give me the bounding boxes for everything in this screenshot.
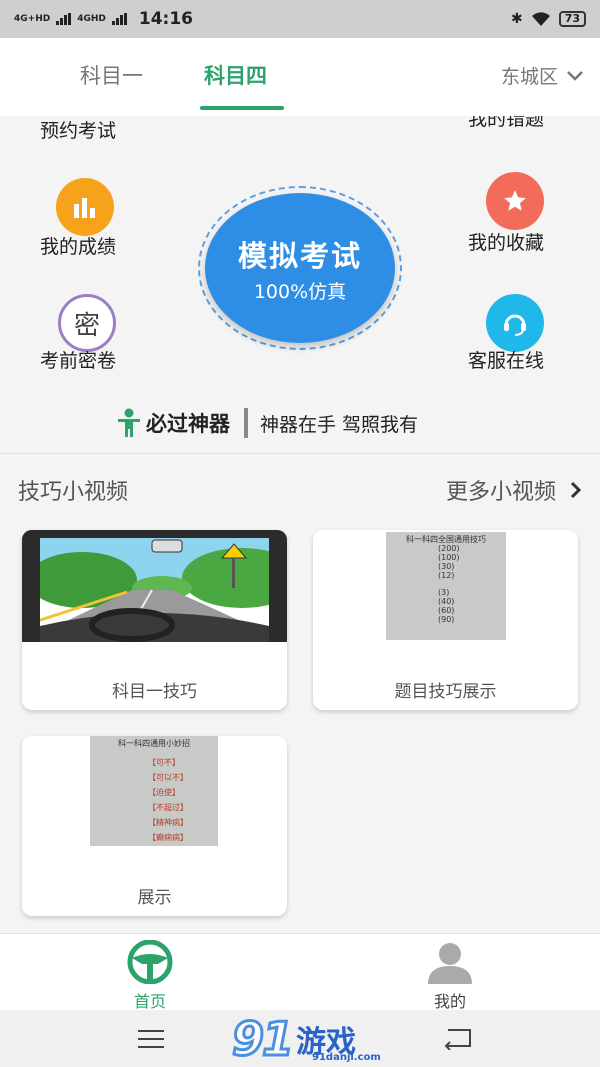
battery-icon: 73: [558, 11, 586, 27]
watermark-site: 91danji.com: [312, 1052, 381, 1063]
tips-line: (200): [438, 544, 460, 553]
nav-home-label: 首页: [133, 992, 166, 1011]
district-label: 东城区: [500, 66, 558, 88]
nav-me-label: 我的: [433, 992, 466, 1011]
mock-exam-title: 模拟考试: [237, 238, 362, 273]
tab-subject-four[interactable]: 科目四: [204, 60, 267, 90]
video-card-1[interactable]: 科目一技巧: [22, 530, 287, 710]
more-videos-link[interactable]: 更多小视频: [446, 474, 582, 506]
signal-icon: [56, 13, 72, 25]
tagline: 必过神器 神器在手 驾照我有: [116, 406, 418, 440]
district-selector[interactable]: 东城区: [501, 62, 584, 89]
mock-exam-button[interactable]: 模拟考试 100%仿真: [205, 193, 395, 343]
video-card-3-label: 展示: [137, 888, 172, 908]
star-icon[interactable]: [486, 172, 544, 230]
video-card-2[interactable]: 科一科四全国通用技巧 (200) (100) (30) (12) (3) (40…: [313, 530, 578, 710]
nav-me[interactable]: 我的: [410, 940, 490, 1012]
bottom-nav: 首页 我的: [0, 933, 600, 1012]
tab-subject-one[interactable]: 科目一: [80, 60, 143, 90]
clock: 14:16: [138, 9, 193, 29]
chevron-down-icon: [567, 70, 583, 81]
tips-line: (90): [438, 615, 455, 624]
tips-sheet-heading: 科一科四全国通用技巧: [406, 535, 486, 544]
user-icon: [428, 943, 472, 984]
secret-paper-label[interactable]: 考前密卷: [40, 346, 116, 373]
menu-icon[interactable]: [136, 1028, 166, 1050]
tricks-line: 【迫使】: [148, 788, 180, 797]
tips-line: (3): [438, 588, 450, 597]
mock-exam-subtitle: 100%仿真: [253, 280, 347, 303]
more-videos-label: 更多小视频: [445, 480, 556, 505]
tips-line: (40): [438, 597, 455, 606]
nav-home[interactable]: 首页: [110, 939, 190, 1012]
secret-char: 密: [73, 310, 100, 341]
wrong-questions-link[interactable]: 我的错题: [468, 116, 544, 131]
video-card-3[interactable]: 科一科四通用小妙招 【可不】 【可以不】 【迫使】 【不超过】 【精神病】 【癫…: [22, 736, 287, 916]
feature-panel: 预约考试 我的错题 我的成绩 我的收藏 密 考前密卷 客服在线 模拟考试 100…: [0, 116, 600, 454]
bluetooth-icon: ✱: [510, 11, 523, 27]
tricks-line: 【癫痫病】: [148, 833, 188, 842]
network-indicator: 4G+HD: [14, 13, 51, 24]
tagline-slogan: 神器在手 驾照我有: [260, 413, 419, 436]
tricks-line: 【可不】: [148, 758, 180, 767]
chevron-right-icon: [570, 481, 582, 499]
my-favorites-label[interactable]: 我的收藏: [468, 228, 544, 255]
scores-icon[interactable]: [56, 178, 114, 236]
wifi-icon: [531, 12, 550, 26]
secret-paper-icon[interactable]: 密: [58, 294, 116, 352]
video-card-2-label: 题目技巧展示: [394, 682, 497, 702]
tips-sheet-photo: 科一科四全国通用技巧 (200) (100) (30) (12) (3) (40…: [386, 532, 506, 640]
network-type-2: 4GHD: [77, 13, 106, 24]
active-tab-indicator: [200, 106, 284, 110]
subject-tab-bar: 科目一 科目四 东城区: [0, 38, 600, 116]
my-scores-label[interactable]: 我的成绩: [40, 232, 116, 259]
headset-icon[interactable]: [486, 294, 544, 352]
back-icon[interactable]: [442, 1026, 474, 1050]
tagline-strong: 必过神器: [146, 412, 230, 436]
tricks-line: 【不超过】: [148, 803, 188, 812]
steering-wheel-icon: [127, 939, 173, 985]
video-card-1-label: 科目一技巧: [112, 682, 197, 702]
tricks-sheet-heading: 科一科四通用小妙招: [118, 739, 190, 748]
video-thumbnail-road: [22, 530, 287, 643]
tagline-divider: [244, 408, 248, 438]
network-type-1: 4G+HD: [14, 13, 51, 24]
signal-icon-2: [111, 13, 127, 25]
tips-line: (30): [438, 562, 455, 571]
person-icon: [118, 408, 140, 437]
tricks-sheet-photo: 科一科四通用小妙招 【可不】 【可以不】 【迫使】 【不超过】 【精神病】 【癫…: [90, 736, 218, 846]
network-indicator-2: 4GHD: [77, 13, 106, 24]
book-exam-link[interactable]: 预约考试: [40, 116, 116, 143]
status-bar: 4G+HD 4GHD 14:16 ✱ 73: [0, 0, 600, 38]
tricks-line: 【精神病】: [148, 818, 188, 827]
watermark-logo-number: 91: [230, 1011, 295, 1067]
videos-section-title: 技巧小视频: [18, 480, 129, 505]
customer-service-label[interactable]: 客服在线: [468, 346, 544, 373]
video-thumbnail-tips-sheet: 科一科四全国通用技巧 (200) (100) (30) (12) (3) (40…: [313, 530, 578, 642]
tips-line: (12): [438, 571, 455, 580]
tips-line: (100): [438, 553, 460, 562]
video-thumbnail-tricks-sheet: 科一科四通用小妙招 【可不】 【可以不】 【迫使】 【不超过】 【精神病】 【癫…: [22, 736, 287, 848]
tricks-line: 【可以不】: [148, 773, 188, 782]
tips-line: (60): [438, 606, 455, 615]
